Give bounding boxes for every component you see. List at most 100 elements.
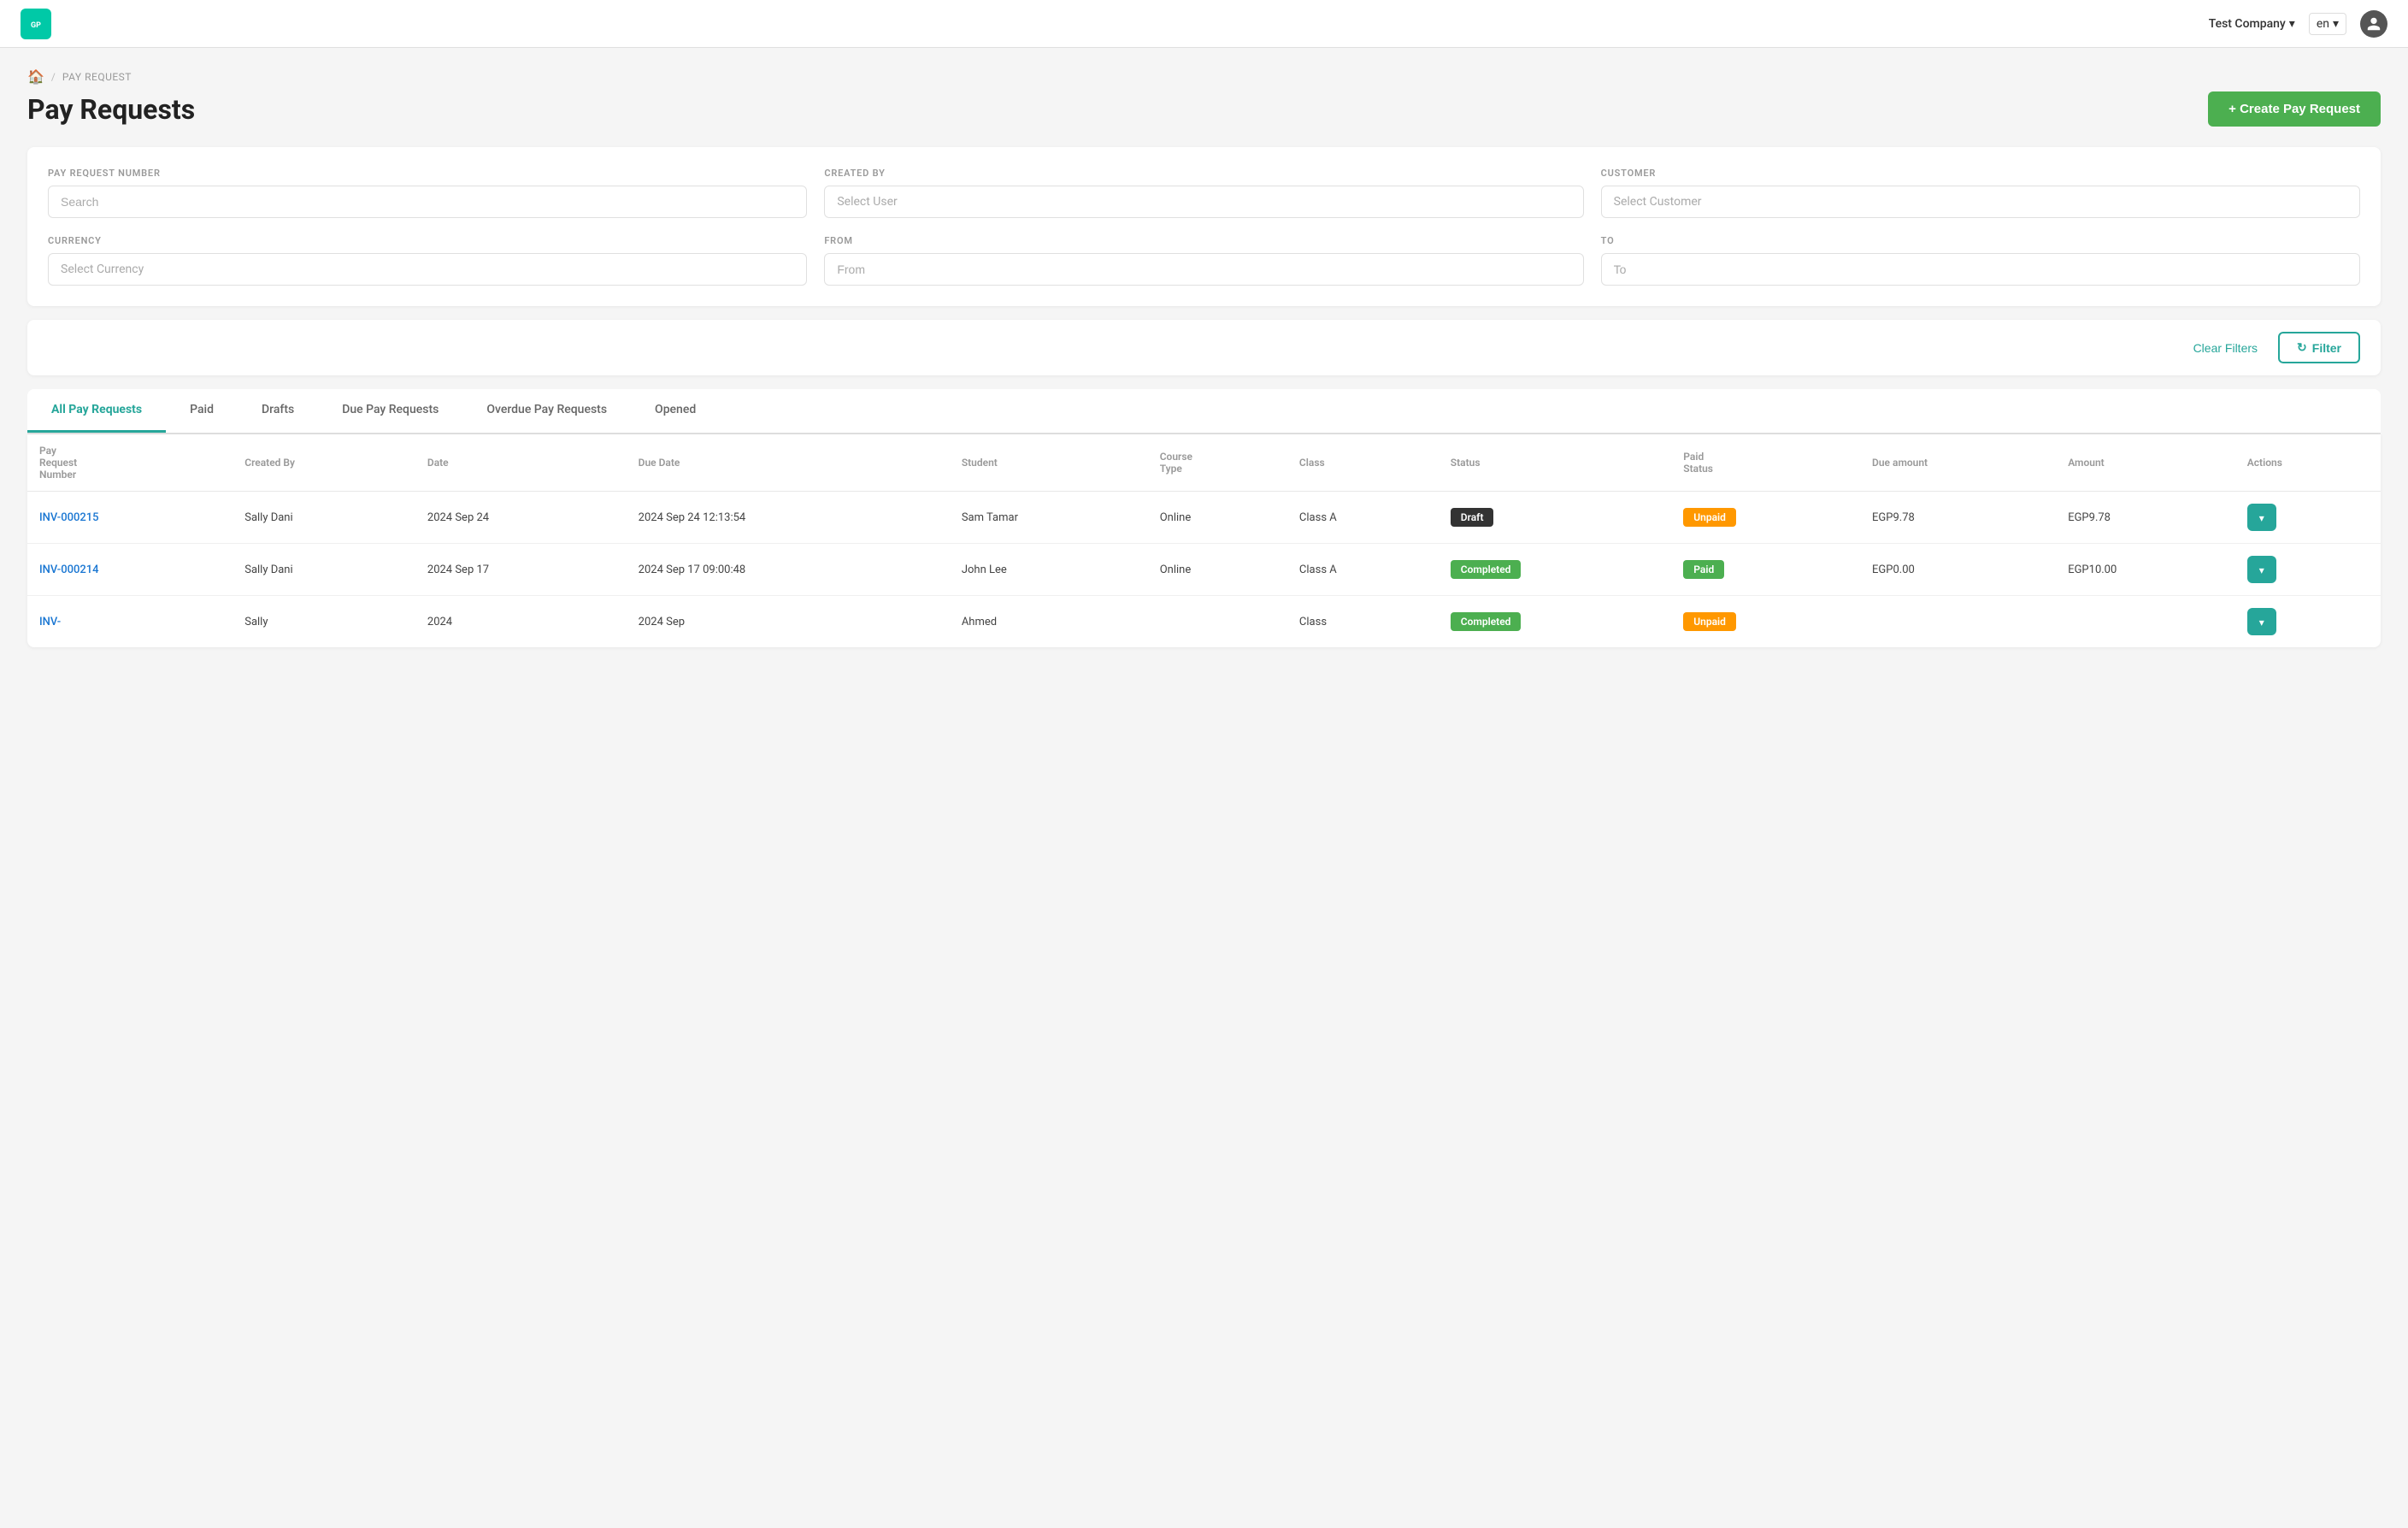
table-row: INV- Sally 2024 2024 Sep Ahmed Class Com… xyxy=(27,596,2381,648)
tabs-container: All Pay Requests Paid Drafts Due Pay Req… xyxy=(27,389,2381,434)
row-status: Completed xyxy=(1439,544,1671,596)
select-user-dropdown[interactable]: Select User xyxy=(824,186,1583,218)
row-inv-number: INV-000215 xyxy=(27,492,233,544)
currency-filter: CURRENCY Select Currency xyxy=(48,235,807,286)
paid-status-badge: Unpaid xyxy=(1683,612,1736,631)
company-selector[interactable]: Test Company ▾ xyxy=(2209,17,2295,31)
status-badge: Completed xyxy=(1451,612,1522,631)
top-bar: GP Test Company ▾ en ▾ xyxy=(0,0,2408,48)
page-header: Pay Requests + Create Pay Request xyxy=(27,91,2381,127)
svg-text:GP: GP xyxy=(31,21,41,30)
col-student: Student xyxy=(950,434,1148,492)
breadcrumb-current: PAY REQUEST xyxy=(62,71,132,83)
row-created-by: Sally xyxy=(233,596,415,648)
row-amount xyxy=(2056,596,2235,648)
row-actions xyxy=(2235,544,2381,596)
row-date: 2024 Sep 24 xyxy=(415,492,627,544)
row-student: John Lee xyxy=(950,544,1148,596)
row-student: Sam Tamar xyxy=(950,492,1148,544)
row-due-amount xyxy=(1860,596,2056,648)
tab-all-pay-requests[interactable]: All Pay Requests xyxy=(27,389,166,433)
action-dropdown-button[interactable] xyxy=(2247,608,2276,635)
row-due-amount: EGP0.00 xyxy=(1860,544,2056,596)
pay-request-number-label: PAY REQUEST NUMBER xyxy=(48,168,807,179)
col-actions: Actions xyxy=(2235,434,2381,492)
company-name: Test Company xyxy=(2209,17,2286,31)
row-student: Ahmed xyxy=(950,596,1148,648)
filter-card: PAY REQUEST NUMBER CREATED BY Select Use… xyxy=(27,147,2381,306)
filter-button[interactable]: ↻ Filter xyxy=(2278,332,2360,363)
select-customer-dropdown[interactable]: Select Customer xyxy=(1601,186,2360,218)
filter-refresh-icon: ↻ xyxy=(2297,340,2307,355)
row-paid-status: Paid xyxy=(1671,544,1860,596)
from-filter: FROM xyxy=(824,235,1583,286)
user-avatar[interactable] xyxy=(2360,10,2387,38)
action-dropdown-button[interactable] xyxy=(2247,556,2276,583)
page-container: 🏠 / PAY REQUEST Pay Requests + Create Pa… xyxy=(0,48,2408,668)
search-input[interactable] xyxy=(48,186,807,218)
customer-label: CUSTOMER xyxy=(1601,168,2360,179)
table-section: All Pay Requests Paid Drafts Due Pay Req… xyxy=(27,389,2381,647)
col-class: Class xyxy=(1287,434,1439,492)
from-label: FROM xyxy=(824,235,1583,246)
col-status: Status xyxy=(1439,434,1671,492)
row-due-date: 2024 Sep 17 09:00:48 xyxy=(627,544,950,596)
table-header: PayRequestNumber Created By Date Due Dat… xyxy=(27,434,2381,492)
row-due-date: 2024 Sep 24 12:13:54 xyxy=(627,492,950,544)
tab-overdue-pay-requests[interactable]: Overdue Pay Requests xyxy=(462,389,631,433)
to-filter: TO xyxy=(1601,235,2360,286)
clear-filters-button[interactable]: Clear Filters xyxy=(2183,334,2268,362)
inv-link[interactable]: INV-000215 xyxy=(39,511,99,524)
row-class: Class A xyxy=(1287,492,1439,544)
tab-drafts[interactable]: Drafts xyxy=(238,389,318,433)
table-row: INV-000214 Sally Dani 2024 Sep 17 2024 S… xyxy=(27,544,2381,596)
action-dropdown-button[interactable] xyxy=(2247,504,2276,531)
action-bar: Clear Filters ↻ Filter xyxy=(27,320,2381,375)
language-selector[interactable]: en ▾ xyxy=(2309,13,2346,35)
row-created-by: Sally Dani xyxy=(233,492,415,544)
row-inv-number: INV-000214 xyxy=(27,544,233,596)
row-course-type: Online xyxy=(1148,544,1287,596)
row-paid-status: Unpaid xyxy=(1671,492,1860,544)
tab-due-pay-requests[interactable]: Due Pay Requests xyxy=(318,389,462,433)
select-currency-dropdown[interactable]: Select Currency xyxy=(48,253,807,286)
logo-icon: GP xyxy=(21,9,51,39)
table-body: INV-000215 Sally Dani 2024 Sep 24 2024 S… xyxy=(27,492,2381,648)
created-by-filter: CREATED BY Select User xyxy=(824,168,1583,218)
filter-button-label: Filter xyxy=(2312,341,2341,355)
row-paid-status: Unpaid xyxy=(1671,596,1860,648)
home-icon[interactable]: 🏠 xyxy=(27,68,44,85)
table-wrapper: PayRequestNumber Created By Date Due Dat… xyxy=(27,434,2381,647)
col-date: Date xyxy=(415,434,627,492)
filter-grid: PAY REQUEST NUMBER CREATED BY Select Use… xyxy=(48,168,2360,286)
create-pay-request-button[interactable]: + Create Pay Request xyxy=(2208,91,2381,127)
row-class: Class A xyxy=(1287,544,1439,596)
paid-status-badge: Unpaid xyxy=(1683,508,1736,527)
pay-request-number-filter: PAY REQUEST NUMBER xyxy=(48,168,807,218)
page-title: Pay Requests xyxy=(27,93,195,126)
row-status: Completed xyxy=(1439,596,1671,648)
table-row: INV-000215 Sally Dani 2024 Sep 24 2024 S… xyxy=(27,492,2381,544)
col-pay-request-number: PayRequestNumber xyxy=(27,434,233,492)
row-created-by: Sally Dani xyxy=(233,544,415,596)
to-input[interactable] xyxy=(1601,253,2360,286)
col-due-date: Due Date xyxy=(627,434,950,492)
from-input[interactable] xyxy=(824,253,1583,286)
tab-paid[interactable]: Paid xyxy=(166,389,238,433)
row-due-date: 2024 Sep xyxy=(627,596,950,648)
to-label: TO xyxy=(1601,235,2360,246)
chevron-down-icon xyxy=(2259,510,2264,524)
pay-requests-table: PayRequestNumber Created By Date Due Dat… xyxy=(27,434,2381,647)
inv-link[interactable]: INV-000214 xyxy=(39,563,99,576)
language-label: en xyxy=(2317,17,2329,31)
inv-link[interactable]: INV- xyxy=(39,616,61,628)
chevron-down-icon xyxy=(2259,615,2264,628)
row-course-type: Online xyxy=(1148,492,1287,544)
row-amount: EGP9.78 xyxy=(2056,492,2235,544)
tab-opened[interactable]: Opened xyxy=(631,389,720,433)
breadcrumb: 🏠 / PAY REQUEST xyxy=(27,68,2381,85)
row-inv-number: INV- xyxy=(27,596,233,648)
col-course-type: CourseType xyxy=(1148,434,1287,492)
row-amount: EGP10.00 xyxy=(2056,544,2235,596)
col-paid-status: PaidStatus xyxy=(1671,434,1860,492)
